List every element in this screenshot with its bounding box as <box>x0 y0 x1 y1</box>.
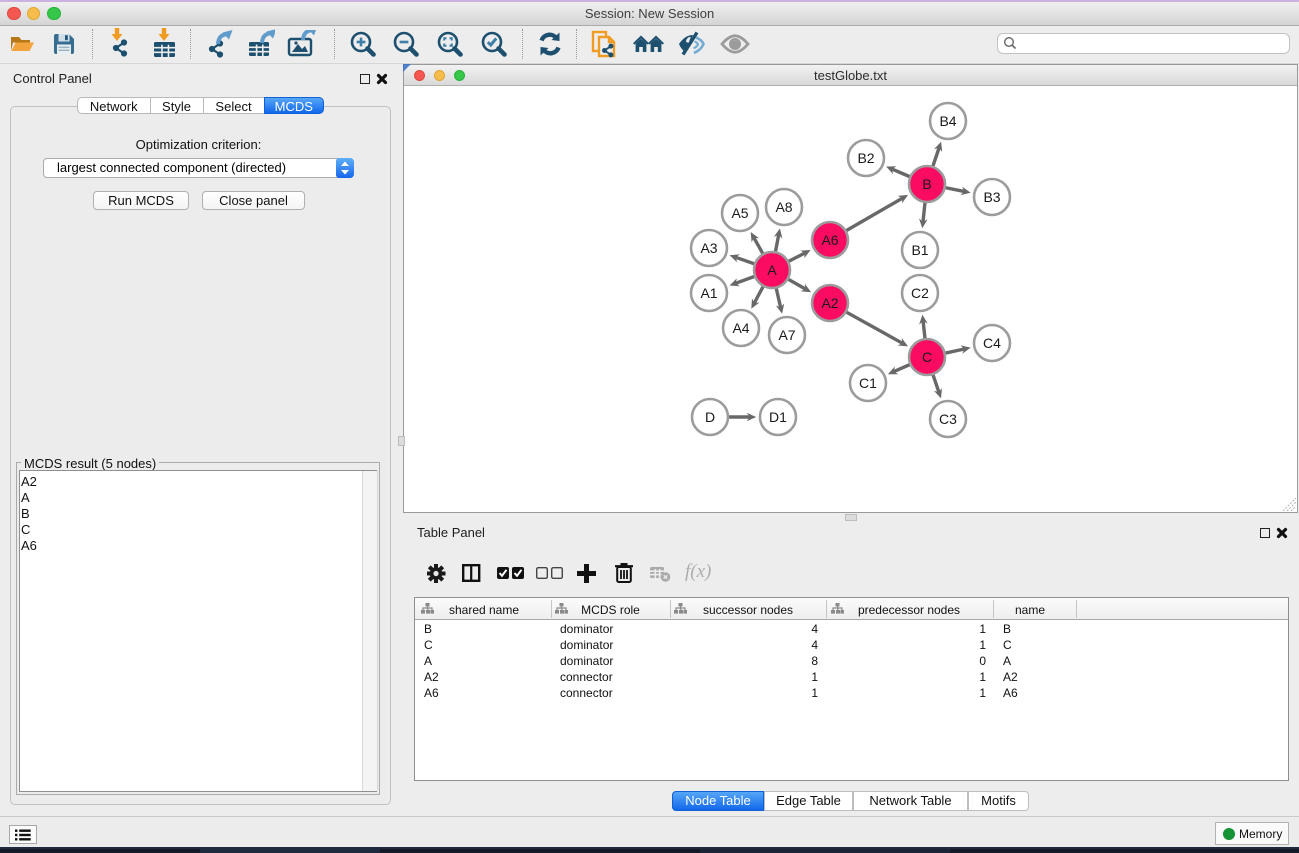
svg-text:C: C <box>922 349 932 365</box>
svg-text:B4: B4 <box>939 113 956 129</box>
svg-text:C4: C4 <box>983 335 1001 351</box>
svg-text:A6: A6 <box>821 232 838 248</box>
svg-text:A3: A3 <box>700 240 717 256</box>
svg-text:C2: C2 <box>911 285 929 301</box>
svg-text:B2: B2 <box>857 150 874 166</box>
svg-text:A: A <box>767 262 777 278</box>
svg-text:C1: C1 <box>859 375 877 391</box>
svg-text:A4: A4 <box>732 320 749 336</box>
svg-text:D: D <box>705 409 715 425</box>
svg-text:B: B <box>922 176 931 192</box>
svg-text:B3: B3 <box>983 189 1000 205</box>
svg-text:D1: D1 <box>769 409 787 425</box>
svg-text:A2: A2 <box>821 295 838 311</box>
svg-text:A7: A7 <box>778 327 795 343</box>
svg-text:C3: C3 <box>939 411 957 427</box>
svg-text:A8: A8 <box>775 199 792 215</box>
svg-text:B1: B1 <box>911 242 928 258</box>
svg-text:A1: A1 <box>700 285 717 301</box>
svg-text:A5: A5 <box>731 205 748 221</box>
